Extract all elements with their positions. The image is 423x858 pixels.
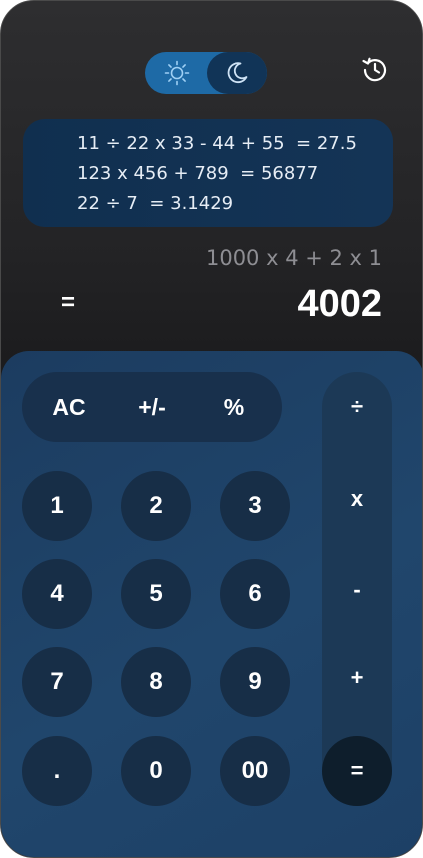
add-button[interactable]: + bbox=[322, 643, 392, 713]
operator-keys: ÷ x - + = bbox=[322, 372, 392, 806]
history-entry[interactable]: 123 x 456 + 789 = 56877 bbox=[77, 163, 318, 184]
subtract-button[interactable]: - bbox=[322, 555, 392, 625]
moon-icon bbox=[227, 62, 248, 84]
history-entry[interactable]: 22 ÷ 7 = 3.1429 bbox=[77, 193, 233, 214]
keypad: AC +/- % ÷ x - + = 1 2 3 4 5 6 7 8 9 . 0… bbox=[1, 351, 422, 857]
sign-toggle-button[interactable]: +/- bbox=[117, 372, 187, 442]
decimal-button[interactable]: . bbox=[22, 736, 92, 806]
digit-4-button[interactable]: 4 bbox=[22, 559, 92, 629]
history-entry[interactable]: 11 ÷ 22 x 33 - 44 + 55 = 27.5 bbox=[77, 133, 357, 154]
digit-1-button[interactable]: 1 bbox=[22, 471, 92, 541]
digit-2-button[interactable]: 2 bbox=[121, 471, 191, 541]
result-value: 4002 bbox=[297, 283, 382, 325]
light-mode-button[interactable] bbox=[149, 54, 205, 92]
sun-icon bbox=[164, 60, 190, 86]
divide-button[interactable]: ÷ bbox=[322, 372, 392, 442]
digit-3-button[interactable]: 3 bbox=[220, 471, 290, 541]
function-keys: AC +/- % bbox=[22, 372, 282, 442]
double-zero-button[interactable]: 00 bbox=[220, 736, 290, 806]
equals-label: = bbox=[61, 289, 76, 316]
multiply-button[interactable]: x bbox=[322, 464, 392, 534]
digit-9-button[interactable]: 9 bbox=[220, 647, 290, 717]
digit-5-button[interactable]: 5 bbox=[121, 559, 191, 629]
digit-8-button[interactable]: 8 bbox=[121, 647, 191, 717]
history-button[interactable] bbox=[359, 54, 391, 86]
percent-button[interactable]: % bbox=[199, 372, 269, 442]
digit-7-button[interactable]: 7 bbox=[22, 647, 92, 717]
clear-button[interactable]: AC bbox=[34, 372, 104, 442]
equals-button[interactable]: = bbox=[322, 736, 392, 806]
digit-0-button[interactable]: 0 bbox=[121, 736, 191, 806]
theme-toggle[interactable] bbox=[145, 52, 267, 94]
calculator-app: 11 ÷ 22 x 33 - 44 + 55 = 27.5 123 x 456 … bbox=[0, 0, 423, 858]
digit-6-button[interactable]: 6 bbox=[220, 559, 290, 629]
dark-mode-button[interactable] bbox=[207, 52, 267, 94]
current-expression: 1000 x 4 + 2 x 1 bbox=[205, 246, 382, 270]
history-icon bbox=[362, 57, 387, 82]
history-panel: 11 ÷ 22 x 33 - 44 + 55 = 27.5 123 x 456 … bbox=[23, 119, 393, 227]
